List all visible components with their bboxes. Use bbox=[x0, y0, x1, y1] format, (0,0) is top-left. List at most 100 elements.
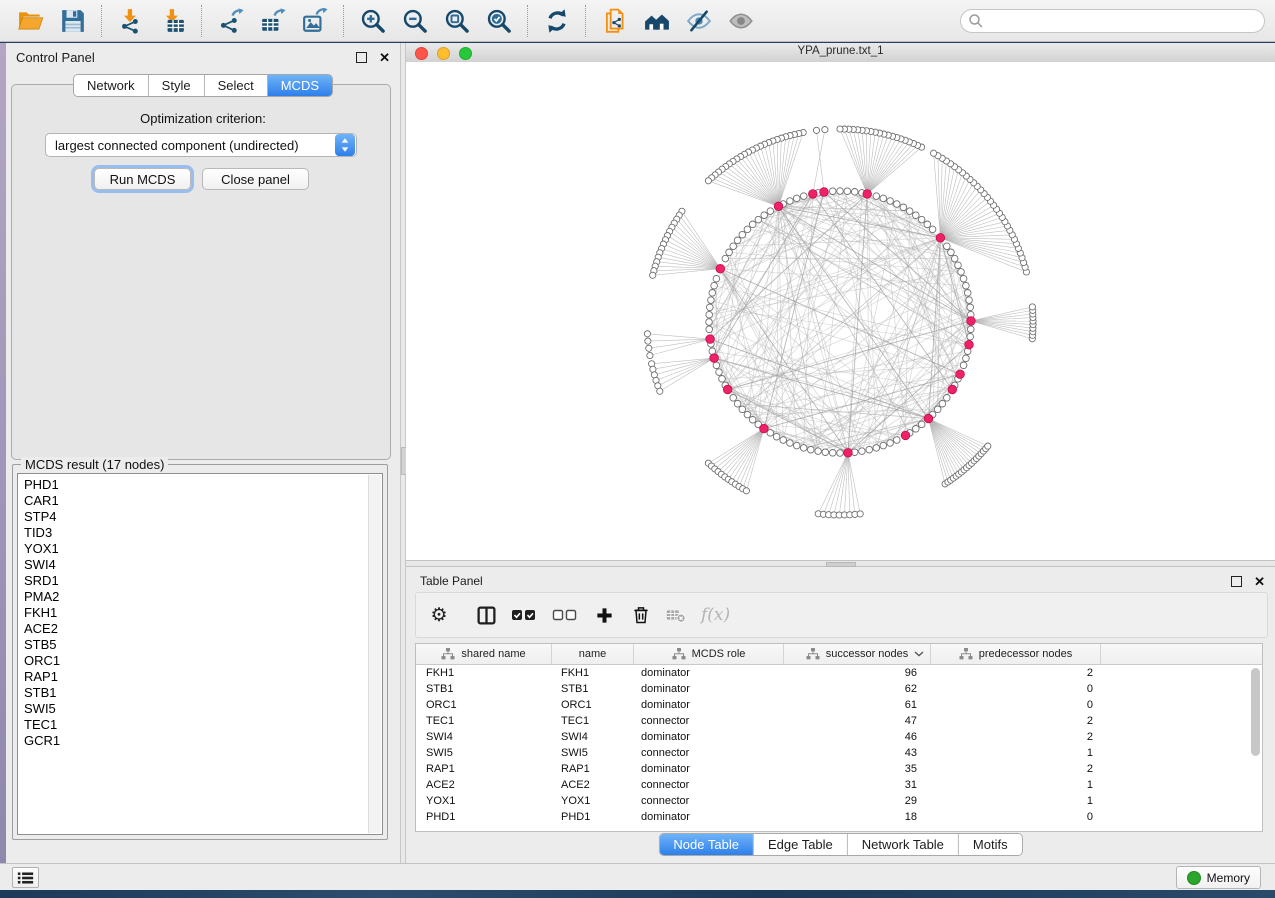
table-cell[interactable]: FKH1 bbox=[416, 667, 552, 679]
zoom-selected-icon[interactable] bbox=[485, 6, 513, 36]
table-row[interactable]: ORC1ORC1dominator610 bbox=[416, 697, 1262, 713]
table-cell[interactable]: SWI5 bbox=[416, 747, 552, 759]
select-all-check-icon[interactable] bbox=[510, 608, 538, 622]
table-cell[interactable]: PHD1 bbox=[416, 811, 552, 823]
table-cell[interactable]: 18 bbox=[784, 811, 931, 823]
zoom-in-icon[interactable] bbox=[359, 6, 387, 36]
table-cell[interactable]: TEC1 bbox=[552, 715, 634, 727]
table-cell[interactable]: TEC1 bbox=[416, 715, 552, 727]
table-cell[interactable]: connector bbox=[634, 715, 784, 727]
table-cell[interactable]: ORC1 bbox=[416, 699, 552, 711]
memory-button[interactable]: Memory bbox=[1176, 866, 1261, 889]
task-history-button[interactable] bbox=[12, 867, 39, 888]
table-cell[interactable]: 0 bbox=[931, 811, 1101, 823]
mcds-result-item[interactable]: YOX1 bbox=[24, 541, 382, 557]
import-network-icon[interactable] bbox=[117, 6, 145, 36]
mcds-result-list[interactable]: PHD1CAR1STP4TID3YOX1SWI4SRD1PMA2FKH1ACE2… bbox=[17, 473, 383, 835]
close-panel-icon[interactable]: ✕ bbox=[1254, 575, 1265, 588]
hide-selection-eye-icon[interactable] bbox=[685, 6, 713, 36]
table-cell[interactable]: STB1 bbox=[552, 683, 634, 695]
import-table-icon[interactable] bbox=[159, 6, 187, 36]
table-cell[interactable]: 1 bbox=[931, 795, 1101, 807]
share-document-icon[interactable] bbox=[601, 6, 629, 36]
table-cell[interactable]: dominator bbox=[634, 763, 784, 775]
table-cell[interactable]: FKH1 bbox=[552, 667, 634, 679]
home-networks-icon[interactable] bbox=[643, 6, 671, 36]
table-cell[interactable]: YOX1 bbox=[416, 795, 552, 807]
mcds-list-scrollbar[interactable] bbox=[368, 475, 381, 833]
table-row[interactable]: STB1STB1dominator620 bbox=[416, 681, 1262, 697]
column-header-shared-name[interactable]: shared name bbox=[416, 644, 552, 664]
mcds-result-item[interactable]: CAR1 bbox=[24, 493, 382, 509]
table-cell[interactable]: RAP1 bbox=[552, 763, 634, 775]
save-session-icon[interactable] bbox=[59, 6, 87, 36]
mcds-result-item[interactable]: PMA2 bbox=[24, 589, 382, 605]
table-cell[interactable]: connector bbox=[634, 795, 784, 807]
table-row[interactable]: FKH1FKH1dominator962 bbox=[416, 665, 1262, 681]
tab-edge-table[interactable]: Edge Table bbox=[754, 834, 848, 855]
apply-function-icon[interactable]: f(x) bbox=[701, 605, 730, 625]
network-view-canvas[interactable] bbox=[406, 62, 1275, 560]
table-options-gear-icon[interactable]: ⚙ bbox=[428, 606, 450, 625]
mcds-result-item[interactable]: FKH1 bbox=[24, 605, 382, 621]
column-header-successor-nodes[interactable]: successor nodes bbox=[784, 644, 931, 664]
table-cell[interactable]: connector bbox=[634, 779, 784, 791]
network-window-titlebar[interactable]: YPA_prune.txt_1 bbox=[406, 43, 1275, 63]
close-panel-icon[interactable]: ✕ bbox=[379, 51, 390, 64]
mcds-result-item[interactable]: GCR1 bbox=[24, 733, 382, 749]
mcds-result-item[interactable]: STB1 bbox=[24, 685, 382, 701]
export-network-icon[interactable] bbox=[217, 6, 245, 36]
optimization-criterion-select[interactable]: largest connected component (undirected) bbox=[45, 133, 357, 157]
table-row[interactable]: SWI4SWI4dominator462 bbox=[416, 729, 1262, 745]
mcds-result-item[interactable]: SRD1 bbox=[24, 573, 382, 589]
table-cell[interactable]: 47 bbox=[784, 715, 931, 727]
mcds-result-item[interactable]: ORC1 bbox=[24, 653, 382, 669]
close-panel-button[interactable]: Close panel bbox=[202, 168, 309, 190]
table-cell[interactable]: dominator bbox=[634, 667, 784, 679]
tab-network[interactable]: Network bbox=[74, 75, 149, 96]
table-cell[interactable]: 2 bbox=[931, 667, 1101, 679]
float-panel-icon[interactable] bbox=[356, 52, 367, 63]
table-cell[interactable]: SWI4 bbox=[416, 731, 552, 743]
column-visibility-icon[interactable] bbox=[474, 605, 498, 626]
table-cell[interactable]: YOX1 bbox=[552, 795, 634, 807]
table-cell[interactable]: 1 bbox=[931, 747, 1101, 759]
table-cell[interactable]: ACE2 bbox=[552, 779, 634, 791]
table-cell[interactable]: 46 bbox=[784, 731, 931, 743]
table-cell[interactable]: dominator bbox=[634, 731, 784, 743]
table-scrollbar-thumb[interactable] bbox=[1251, 668, 1260, 756]
delete-table-icon[interactable] bbox=[664, 604, 688, 626]
table-row[interactable]: SWI5SWI5connector431 bbox=[416, 745, 1262, 761]
float-panel-icon[interactable] bbox=[1231, 576, 1242, 587]
tab-network-table[interactable]: Network Table bbox=[848, 834, 959, 855]
tab-node-table[interactable]: Node Table bbox=[659, 834, 754, 855]
table-row[interactable]: YOX1YOX1connector291 bbox=[416, 793, 1262, 809]
horizontal-splitter[interactable] bbox=[406, 560, 1275, 567]
table-cell[interactable]: 62 bbox=[784, 683, 931, 695]
mcds-result-item[interactable]: PHD1 bbox=[24, 477, 382, 493]
column-header-mcds-role[interactable]: MCDS role bbox=[634, 644, 784, 664]
run-mcds-button[interactable]: Run MCDS bbox=[94, 168, 191, 190]
table-cell[interactable]: ACE2 bbox=[416, 779, 552, 791]
table-cell[interactable]: 35 bbox=[784, 763, 931, 775]
table-cell[interactable]: ORC1 bbox=[552, 699, 634, 711]
table-cell[interactable]: 2 bbox=[931, 763, 1101, 775]
table-cell[interactable]: SWI5 bbox=[552, 747, 634, 759]
mcds-result-item[interactable]: RAP1 bbox=[24, 669, 382, 685]
show-selection-eye-icon[interactable] bbox=[727, 6, 755, 36]
deselect-all-icon[interactable] bbox=[551, 608, 579, 622]
table-row[interactable]: TEC1TEC1connector472 bbox=[416, 713, 1262, 729]
delete-column-trash-icon[interactable] bbox=[630, 605, 652, 625]
zoom-fit-icon[interactable] bbox=[443, 6, 471, 36]
table-cell[interactable]: PHD1 bbox=[552, 811, 634, 823]
export-table-icon[interactable] bbox=[259, 6, 287, 36]
search-input[interactable] bbox=[960, 9, 1265, 33]
table-cell[interactable]: 2 bbox=[931, 715, 1101, 727]
mcds-result-item[interactable]: ACE2 bbox=[24, 621, 382, 637]
mcds-result-item[interactable]: STB5 bbox=[24, 637, 382, 653]
tab-motifs[interactable]: Motifs bbox=[959, 834, 1022, 855]
tab-style[interactable]: Style bbox=[149, 75, 205, 96]
table-cell[interactable]: 96 bbox=[784, 667, 931, 679]
table-cell[interactable]: 43 bbox=[784, 747, 931, 759]
table-cell[interactable]: RAP1 bbox=[416, 763, 552, 775]
